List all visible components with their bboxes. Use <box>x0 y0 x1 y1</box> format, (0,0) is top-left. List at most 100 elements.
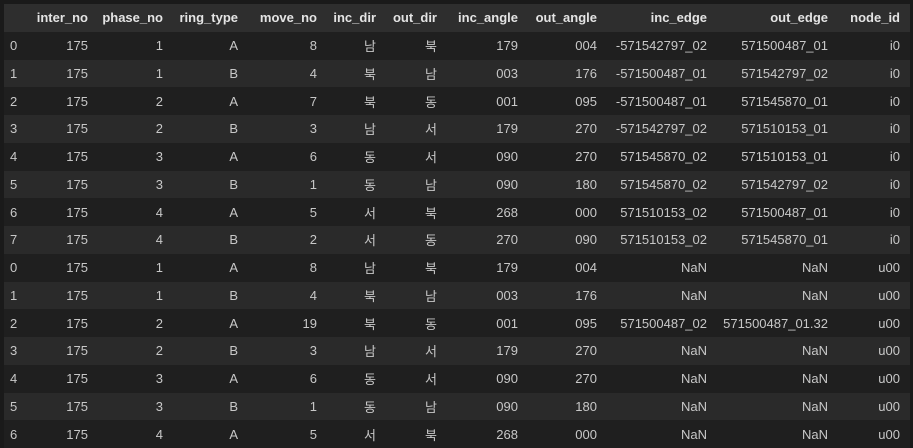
table-cell: 268 <box>447 420 528 448</box>
table-cell: 3 <box>98 143 173 171</box>
table-row: 61754A5서북268000571510153_02571500487_01i… <box>4 198 910 226</box>
table-cell: -571500487_01 <box>607 87 717 115</box>
table-cell: B <box>173 115 248 143</box>
table-cell: NaN <box>607 337 717 365</box>
table-cell: A <box>173 198 248 226</box>
table-cell: 북 <box>327 309 386 337</box>
table-cell: 북 <box>386 198 447 226</box>
header-cell: inter_no <box>34 4 98 32</box>
table-cell: i0 <box>838 60 910 88</box>
header-cell: node_id <box>838 4 910 32</box>
table-cell: 571510153_02 <box>607 198 717 226</box>
table-cell: i0 <box>838 143 910 171</box>
table-cell: 175 <box>34 337 98 365</box>
table-row: 41753A6동서090270NaNNaNu00 <box>4 365 910 393</box>
table-cell: 175 <box>34 198 98 226</box>
table-cell: 571500487_01.32 <box>717 309 838 337</box>
table-cell: 095 <box>528 87 607 115</box>
table-cell: 175 <box>34 393 98 421</box>
header-cell: inc_angle <box>447 4 528 32</box>
table-body: 01751A8남북179004-571542797_02571500487_01… <box>4 32 910 448</box>
table-cell: -571542797_02 <box>607 115 717 143</box>
table-cell: 571510153_02 <box>607 226 717 254</box>
table-cell: i0 <box>838 198 910 226</box>
table-cell: 동 <box>327 365 386 393</box>
table-cell: u00 <box>838 309 910 337</box>
table-cell: 270 <box>447 226 528 254</box>
table-cell: u00 <box>838 420 910 448</box>
table-cell: 4 <box>98 420 173 448</box>
table-cell: 004 <box>528 32 607 60</box>
table-cell: A <box>173 87 248 115</box>
table-cell: 남 <box>327 337 386 365</box>
table-cell: 571545870_02 <box>607 171 717 199</box>
table-cell: 북 <box>386 32 447 60</box>
table-cell: A <box>173 254 248 282</box>
header-cell: out_edge <box>717 4 838 32</box>
table-cell: -571500487_01 <box>607 60 717 88</box>
index-cell: 1 <box>4 60 34 88</box>
table-row: 31752B3남서179270NaNNaNu00 <box>4 337 910 365</box>
table-row: 21752A7북동001095-571500487_01571545870_01… <box>4 87 910 115</box>
index-cell: 1 <box>4 282 34 310</box>
table-cell: 4 <box>98 198 173 226</box>
index-cell: 7 <box>4 226 34 254</box>
index-cell: 4 <box>4 143 34 171</box>
index-cell: 3 <box>4 115 34 143</box>
table-cell: 571542797_02 <box>717 60 838 88</box>
header-cell: inc_edge <box>607 4 717 32</box>
table-cell: 북 <box>327 87 386 115</box>
table-row: 51753B1동남090180571545870_02571542797_02i… <box>4 171 910 199</box>
table-cell: 동 <box>327 393 386 421</box>
table-cell: 1 <box>98 32 173 60</box>
table-cell: 6 <box>248 143 327 171</box>
table-cell: u00 <box>838 282 910 310</box>
table-cell: 남 <box>327 115 386 143</box>
dataframe-table: inter_nophase_noring_typemove_noinc_diro… <box>4 4 910 448</box>
index-header-cell <box>4 4 34 32</box>
table-cell: 571510153_01 <box>717 115 838 143</box>
table-cell: 남 <box>386 282 447 310</box>
table-cell: 1 <box>248 393 327 421</box>
table-cell: NaN <box>717 365 838 393</box>
table-cell: 5 <box>248 198 327 226</box>
table-cell: B <box>173 226 248 254</box>
table-cell: A <box>173 420 248 448</box>
header-row: inter_nophase_noring_typemove_noinc_diro… <box>4 4 910 32</box>
table-cell: 175 <box>34 365 98 393</box>
table-row: 71754B2서동270090571510153_02571545870_01i… <box>4 226 910 254</box>
table-cell: A <box>173 143 248 171</box>
table-cell: 179 <box>447 115 528 143</box>
table-cell: NaN <box>717 254 838 282</box>
table-cell: 571542797_02 <box>717 171 838 199</box>
table-cell: u00 <box>838 393 910 421</box>
table-cell: 2 <box>248 226 327 254</box>
table-cell: B <box>173 171 248 199</box>
table-row: 51753B1동남090180NaNNaNu00 <box>4 393 910 421</box>
table-cell: 090 <box>447 143 528 171</box>
index-cell: 5 <box>4 393 34 421</box>
table-cell: 남 <box>386 60 447 88</box>
table-cell: 003 <box>447 60 528 88</box>
table-cell: 3 <box>98 365 173 393</box>
table-cell: 175 <box>34 32 98 60</box>
table-row: 11751B4북남003176-571500487_01571542797_02… <box>4 60 910 88</box>
index-cell: 2 <box>4 309 34 337</box>
header-cell: ring_type <box>173 4 248 32</box>
table-cell: NaN <box>607 254 717 282</box>
table-cell: i0 <box>838 32 910 60</box>
table-cell: 서 <box>386 143 447 171</box>
table-cell: 3 <box>248 337 327 365</box>
header-cell: out_dir <box>386 4 447 32</box>
table-cell: B <box>173 282 248 310</box>
table-cell: 270 <box>528 365 607 393</box>
table-cell: 남 <box>386 171 447 199</box>
table-cell: 003 <box>447 282 528 310</box>
table-cell: NaN <box>607 420 717 448</box>
table-cell: i0 <box>838 115 910 143</box>
table-cell: 1 <box>98 282 173 310</box>
table-row: 41753A6동서090270571545870_02571510153_01i… <box>4 143 910 171</box>
table-cell: B <box>173 60 248 88</box>
table-cell: 동 <box>327 171 386 199</box>
table-cell: NaN <box>607 393 717 421</box>
